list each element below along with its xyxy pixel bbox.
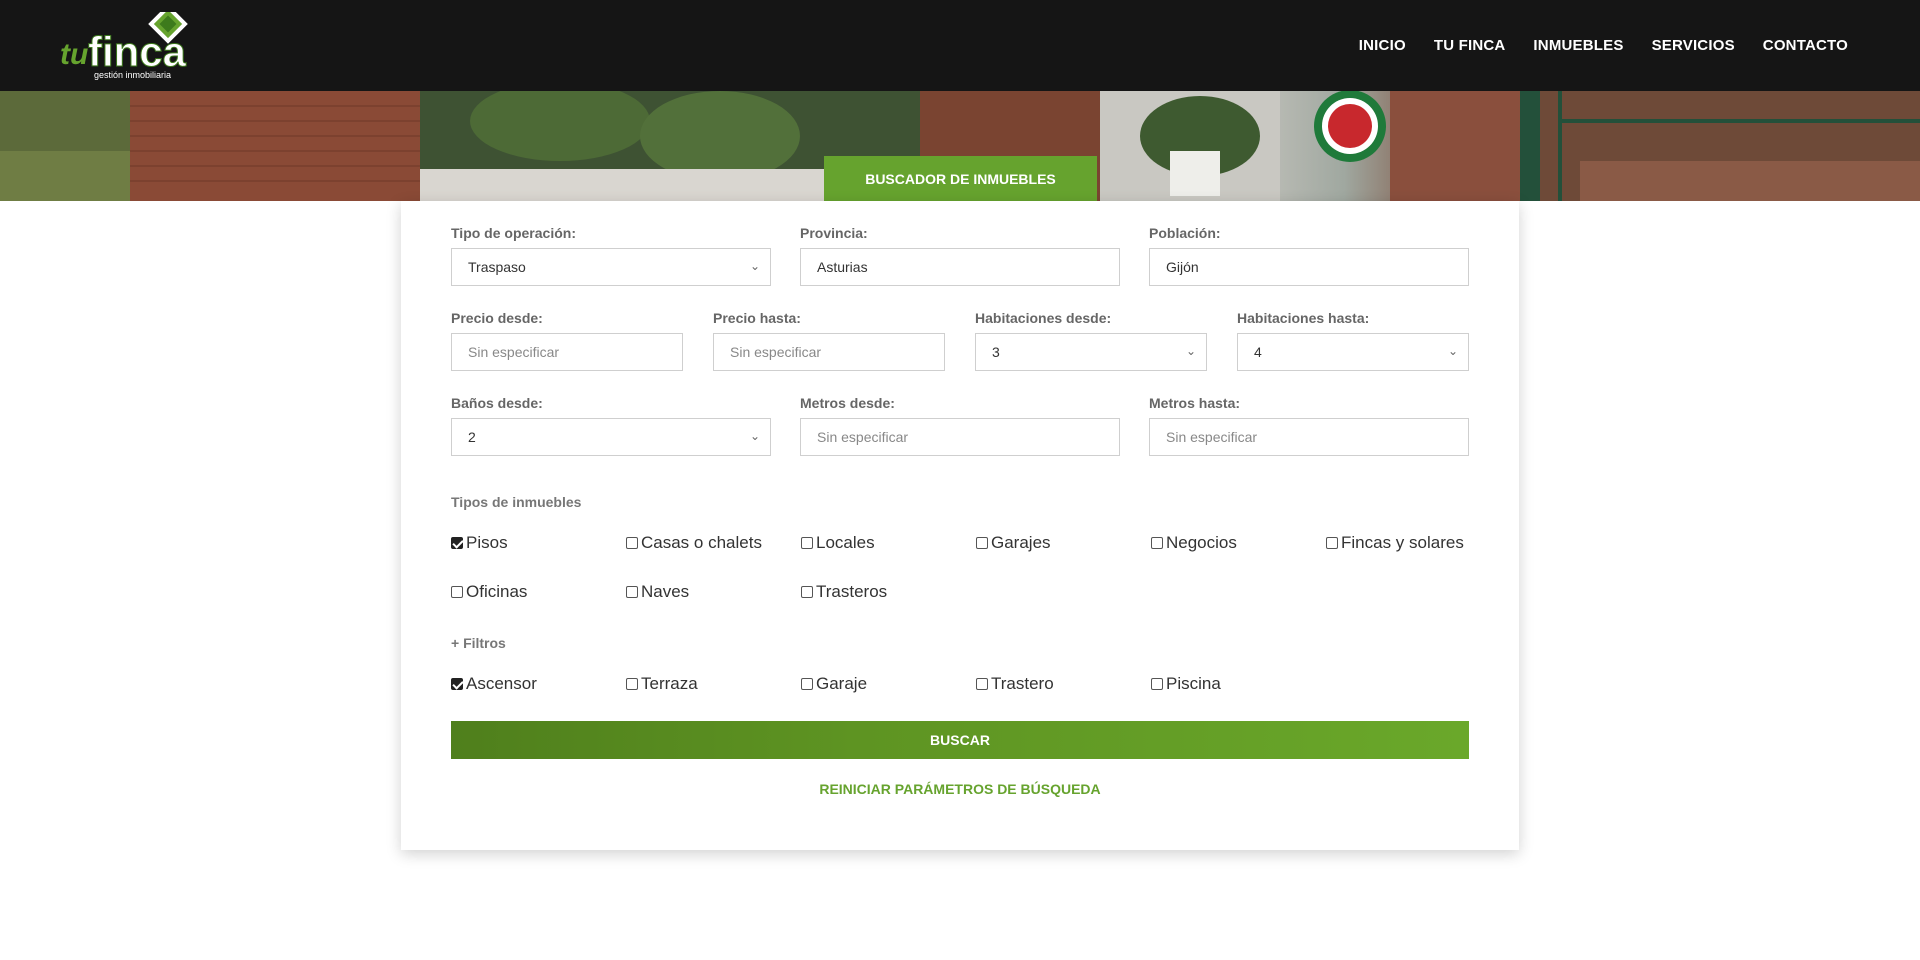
checkbox-label: Trastero [991,674,1054,693]
checkbox-label: Ascensor [466,674,537,693]
checkbox-ascensor[interactable]: Ascensor [451,674,537,694]
operacion-label: Tipo de operación: [451,225,576,241]
filtros-toggle[interactable]: + Filtros [451,635,506,651]
operacion-value: Traspaso [468,259,526,275]
checkbox-piscina[interactable]: Piscina [1151,674,1221,694]
hab-desde-select[interactable]: 3 ⌄ [975,333,1207,371]
checkbox-terraza[interactable]: Terraza [626,674,698,694]
checkbox-negocios[interactable]: Negocios [1151,533,1237,553]
checkbox-icon[interactable] [626,586,638,598]
precio-desde-input[interactable]: Sin especificar [451,333,683,371]
checkbox-oficinas[interactable]: Oficinas [451,582,527,602]
provincia-input[interactable]: Asturias [800,248,1120,286]
checkbox-pisos[interactable]: Pisos [451,533,508,553]
nav-tu-finca[interactable]: TU FINCA [1434,37,1506,54]
checkbox-label: Oficinas [466,582,528,601]
checkbox-garajes[interactable]: Garajes [976,533,1051,553]
metros-desde-placeholder: Sin especificar [817,429,909,445]
metros-hasta-label: Metros hasta: [1149,395,1241,411]
metros-hasta-input[interactable]: Sin especificar [1149,418,1469,456]
precio-desde-label: Precio desde: [451,310,543,326]
poblacion-input[interactable]: Gijón [1149,248,1469,286]
provincia-value: Asturias [817,259,868,275]
checkbox-fincas[interactable]: Fincas y solares [1326,533,1464,553]
operacion-select[interactable]: Traspaso ⌄ [451,248,771,286]
checkbox-label: Garaje [816,674,868,693]
metros-desde-label: Metros desde: [800,395,895,411]
checkbox-icon[interactable] [626,678,638,690]
precio-hasta-placeholder: Sin especificar [730,344,822,360]
banos-desde-label: Baños desde: [451,395,543,411]
checkbox-icon[interactable] [1326,537,1338,549]
checkbox-label: Pisos [466,533,508,552]
chevron-down-icon: ⌄ [1447,344,1458,358]
main-nav: INICIO TU FINCA INMUEBLES SERVICIOS CONT… [1359,0,1848,91]
svg-text:gestión inmobiliaria: gestión inmobiliaria [94,70,171,80]
tufinca-logo[interactable]: tu finca gestión inmobiliaria [60,12,216,80]
chevron-down-icon: ⌄ [1185,344,1196,358]
checkbox-icon[interactable] [976,678,988,690]
checkbox-label: Garajes [991,533,1051,552]
checkbox-label: Fincas y solares [1341,533,1464,552]
checkbox-label: Terraza [641,674,698,693]
checkbox-icon[interactable] [801,586,813,598]
checkbox-label: Naves [641,582,690,601]
checkbox-trasteros[interactable]: Trasteros [801,582,887,602]
checkbox-icon[interactable] [801,678,813,690]
checkbox-checked-icon[interactable] [451,537,463,549]
buscador-tab: BUSCADOR DE INMUEBLES [824,156,1097,201]
checkbox-icon[interactable] [801,537,813,549]
banos-desde-value: 2 [468,429,476,445]
banos-desde-select[interactable]: 2 ⌄ [451,418,771,456]
precio-hasta-input[interactable]: Sin especificar [713,333,945,371]
checkbox-icon[interactable] [451,586,463,598]
checkbox-label: Locales [816,533,875,552]
svg-text:finca: finca [88,28,187,75]
checkbox-label: Negocios [1166,533,1237,552]
site-header: tu finca gestión inmobiliaria INICIO TU … [0,0,1920,91]
hab-hasta-select[interactable]: 4 ⌄ [1237,333,1469,371]
metros-desde-input[interactable]: Sin especificar [800,418,1120,456]
tipos-title: Tipos de inmuebles [451,494,582,510]
reset-search-link[interactable]: REINICIAR PARÁMETROS DE BÚSQUEDA [401,781,1519,797]
buscar-button[interactable]: BUSCAR [451,721,1469,759]
checkbox-trastero[interactable]: Trastero [976,674,1054,694]
provincia-label: Provincia: [800,225,868,241]
checkbox-icon[interactable] [1151,537,1163,549]
chevron-down-icon: ⌄ [749,259,760,273]
checkbox-icon[interactable] [976,537,988,549]
nav-servicios[interactable]: SERVICIOS [1652,37,1735,54]
precio-desde-placeholder: Sin especificar [468,344,560,360]
hab-hasta-value: 4 [1254,344,1262,360]
checkbox-checked-icon[interactable] [451,678,463,690]
checkbox-casas[interactable]: Casas o chalets [626,533,762,553]
checkbox-locales[interactable]: Locales [801,533,875,553]
nav-inmuebles[interactable]: INMUEBLES [1533,37,1623,54]
hab-desde-value: 3 [992,344,1000,360]
hab-hasta-label: Habitaciones hasta: [1237,310,1370,326]
svg-text:tu: tu [60,38,88,71]
checkbox-label: Piscina [1166,674,1221,693]
poblacion-value: Gijón [1166,259,1199,275]
nav-inicio[interactable]: INICIO [1359,37,1406,54]
poblacion-label: Población: [1149,225,1221,241]
search-form-card: Tipo de operación: Traspaso ⌄ Provincia:… [401,201,1519,850]
metros-hasta-placeholder: Sin especificar [1166,429,1258,445]
checkbox-garaje[interactable]: Garaje [801,674,867,694]
checkbox-icon[interactable] [626,537,638,549]
nav-contacto[interactable]: CONTACTO [1763,37,1848,54]
checkbox-label: Trasteros [816,582,888,601]
checkbox-naves[interactable]: Naves [626,582,689,602]
chevron-down-icon: ⌄ [749,429,760,443]
precio-hasta-label: Precio hasta: [713,310,801,326]
checkbox-icon[interactable] [1151,678,1163,690]
checkbox-label: Casas o chalets [641,533,762,552]
hab-desde-label: Habitaciones desde: [975,310,1112,326]
